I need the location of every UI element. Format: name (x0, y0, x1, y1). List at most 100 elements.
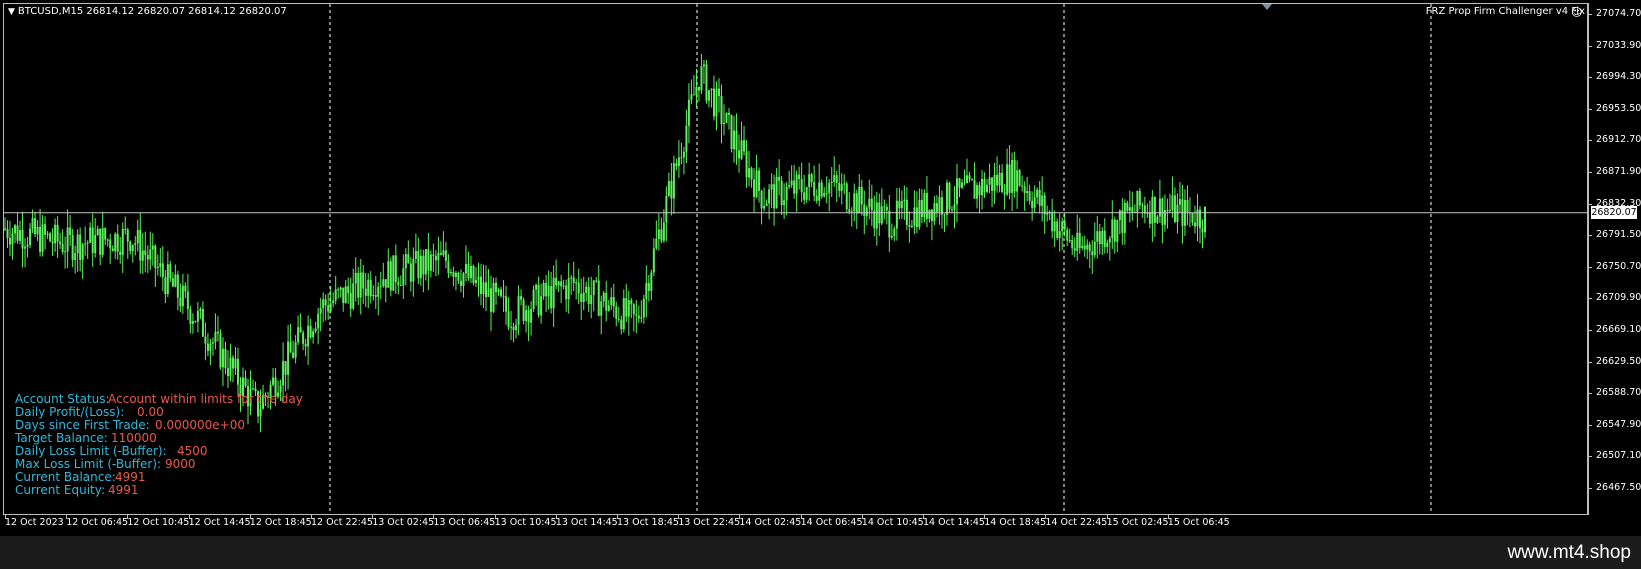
candle (229, 343, 232, 382)
current-price-label: 26820.07 (1591, 206, 1637, 220)
candle (597, 265, 600, 317)
candle (322, 292, 325, 323)
candle (783, 183, 786, 220)
candle (487, 269, 490, 298)
candle (1143, 196, 1146, 224)
candle (996, 156, 999, 193)
candle (36, 220, 39, 242)
candle (21, 211, 24, 268)
candle (169, 260, 172, 283)
watermark: www.mt4.shop (1507, 542, 1631, 563)
candle (745, 140, 748, 188)
candle (1073, 237, 1076, 258)
candle (935, 195, 938, 218)
candle (414, 233, 417, 264)
candle (449, 268, 452, 277)
candle (835, 170, 838, 203)
candle (196, 302, 199, 333)
candle (1204, 206, 1206, 239)
candle (605, 280, 608, 322)
candle (843, 174, 846, 195)
time-axis[interactable]: 12 Oct 2023 12 Oct 06:45 12 Oct 10:45 12 Oc… (4, 515, 1588, 535)
candle (955, 163, 958, 223)
footer-bar: www.mt4.shop (0, 536, 1641, 569)
candle (1023, 181, 1026, 211)
candle (582, 276, 585, 311)
candle (795, 170, 798, 212)
candle (6, 220, 9, 248)
candle (895, 188, 898, 241)
candle (231, 354, 234, 383)
candle (650, 269, 653, 301)
candle (515, 318, 518, 339)
candle (770, 173, 773, 209)
candle (627, 290, 630, 336)
candle (1091, 239, 1094, 274)
candle (1186, 185, 1189, 226)
candle (933, 196, 936, 226)
candle (1116, 219, 1119, 253)
candle (675, 158, 678, 171)
candle (214, 313, 217, 350)
symbol-header[interactable]: ▼ BTCUSD,M15 26814.12 26820.07 26814.12 2… (8, 6, 287, 17)
candle (652, 238, 655, 277)
price-tick (1588, 488, 1592, 489)
candle (938, 185, 941, 225)
price-axis[interactable]: 27074.70 27033.90 26994.30 26953.50 26912.70… (1588, 0, 1641, 515)
day-separators (329, 4, 1432, 514)
candle (432, 243, 435, 272)
candle (129, 240, 132, 255)
candle (427, 232, 430, 291)
smiley-face-icon[interactable]: ☺ (1571, 6, 1582, 19)
candle (940, 190, 943, 229)
candle (459, 269, 462, 293)
time-label: 14 Oct 14:45 (923, 517, 985, 528)
price-chart[interactable] (4, 4, 1588, 514)
candle (337, 287, 340, 299)
candle (838, 164, 841, 198)
price-label: 27074.70 (1596, 8, 1641, 19)
candle (890, 223, 893, 240)
candle (1051, 198, 1054, 239)
candle (469, 255, 472, 283)
candle (1133, 204, 1136, 213)
candle (1083, 235, 1086, 257)
candle (630, 297, 633, 319)
price-tick (1588, 140, 1592, 142)
candle (224, 341, 227, 375)
candle (815, 189, 818, 204)
dropdown-triangle-icon[interactable]: ▼ (8, 7, 15, 17)
candle (34, 211, 37, 238)
candle (810, 172, 813, 188)
candle (236, 348, 239, 396)
candle (1158, 179, 1161, 223)
candle (685, 109, 688, 163)
price-label: 26791.50 (1596, 229, 1641, 241)
candle (429, 250, 432, 278)
price-tick (1588, 77, 1592, 79)
candle (1156, 214, 1159, 224)
candle (1128, 190, 1131, 223)
time-label: 12 Oct 2023 (5, 517, 64, 528)
candle (507, 297, 510, 331)
candle (550, 271, 553, 314)
candle (464, 245, 467, 282)
candle (99, 228, 102, 266)
candle (873, 195, 876, 237)
time-label: 12 Oct 10:45 (127, 517, 190, 528)
candle (800, 162, 803, 203)
price-label: 26912.70 (1596, 134, 1641, 146)
candle (407, 240, 410, 264)
candle (154, 244, 157, 287)
time-label: 12 Oct 22:45 (311, 517, 373, 528)
candle (1071, 234, 1074, 255)
candle (442, 231, 445, 257)
candle (690, 79, 693, 105)
candle (74, 245, 77, 274)
candle (625, 283, 628, 322)
candle (1198, 206, 1201, 244)
candle (590, 276, 593, 319)
time-label: 14 Oct 02:45 (739, 517, 802, 528)
candle (81, 242, 84, 280)
candle (557, 280, 560, 293)
